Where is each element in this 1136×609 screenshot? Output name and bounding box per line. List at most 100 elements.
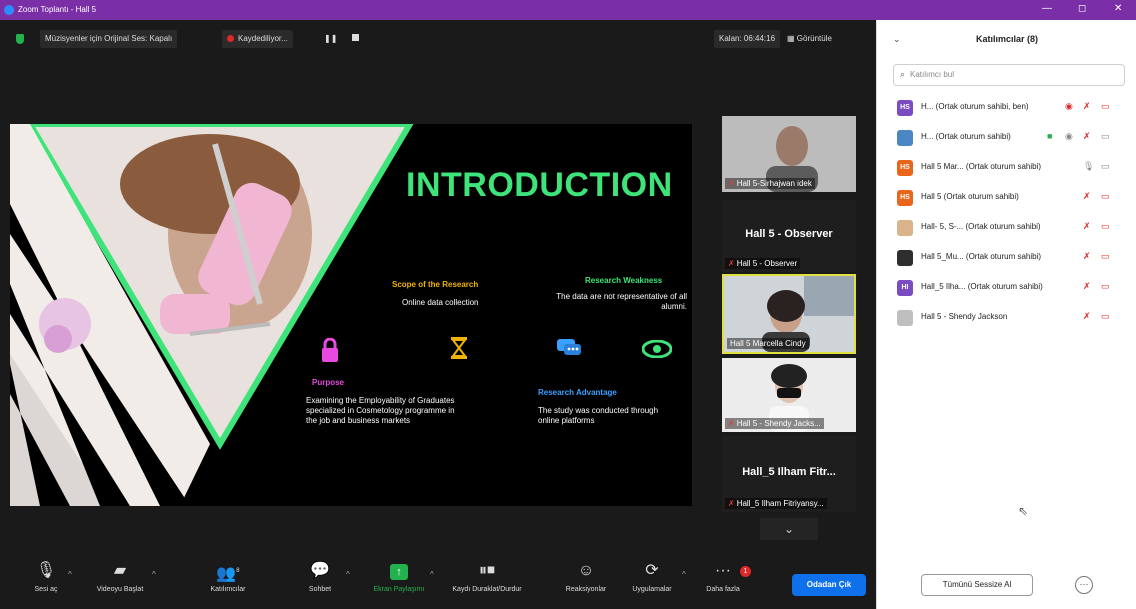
video-options-caret-icon[interactable]: ^ <box>152 570 156 579</box>
video-off-icon: ▭ <box>1101 311 1110 321</box>
apps-options-caret-icon[interactable]: ^ <box>682 570 686 579</box>
purpose-heading: Purpose <box>312 378 345 387</box>
video-off-icon: ▭ <box>1101 191 1110 201</box>
recording-status-icon: ◉ <box>1065 101 1073 111</box>
leave-room-button[interactable]: Odadan Çık <box>792 574 866 596</box>
muted-mic-icon: ✗ <box>1083 251 1091 261</box>
view-label: Görüntüle <box>796 34 832 43</box>
muted-mic-icon: ✗ <box>728 499 735 508</box>
muted-mic-icon: ✗ <box>1083 281 1091 291</box>
mute-all-button[interactable]: Tümünü Sessize Al <box>921 574 1033 596</box>
participant-row[interactable]: HI Hall_5 Ilha... (Ortak oturum sahibi) … <box>893 278 1129 298</box>
security-shield-icon[interactable] <box>16 34 24 44</box>
more-label: Daha fazla <box>706 586 740 593</box>
muted-mic-icon: ✗ <box>728 179 735 188</box>
share-options-caret-icon[interactable]: ^ <box>430 570 434 579</box>
participant-row[interactable]: HS Hall 5 Mar... (Ortak oturum sahibi) 🎙… <box>893 158 1129 178</box>
avatar <box>897 250 913 266</box>
pause-recording-icon[interactable]: ❚❚ <box>324 34 337 43</box>
panel-more-options-button[interactable]: ··· <box>1075 576 1093 594</box>
tile-caption-text: Hall_5 Ilham Fitriyansy... <box>736 499 824 508</box>
participant-search-input[interactable]: ⌕ Katılımcı bul <box>893 64 1125 86</box>
participant-video-tile[interactable]: Hall 5 - Observer ✗ Hall 5 - Observer <box>722 200 856 272</box>
close-icon[interactable]: ✕ <box>1114 3 1122 14</box>
chat-button[interactable]: 💬 Sohbet <box>300 548 340 609</box>
lock-icon <box>322 338 338 362</box>
video-on-icon: ▭ <box>1101 161 1110 171</box>
slide-title: INTRODUCTION <box>406 166 673 204</box>
search-placeholder: Katılımcı bul <box>910 70 955 79</box>
chat-bubbles-icon <box>557 339 581 355</box>
participant-row[interactable]: Hall 5_Mu... (Ortak oturum sahibi) ✗ ▭ <box>893 248 1129 268</box>
participants-label: Katılımcılar <box>210 586 246 593</box>
participant-row[interactable]: H... (Ortak oturum sahibi) ■ ◉ ✗ ▭ <box>893 128 1129 148</box>
original-sound-status[interactable]: Müzisyenler için Orijinal Ses: Kapalı <box>40 30 178 48</box>
more-button[interactable]: ··· Daha fazla <box>700 548 746 609</box>
tile-caption-text: Hall 5 - Shendy Jacks... <box>736 419 821 428</box>
purpose-text: Examining the Employability of Graduates… <box>306 396 455 425</box>
video-off-icon: ▭ <box>1101 101 1110 111</box>
video-off-icon: ▭ <box>1101 251 1110 261</box>
share-screen-label: Ekran Paylaşımı <box>373 586 425 593</box>
participants-button[interactable]: 👥8 Katılımcılar <box>202 548 254 609</box>
chat-options-caret-icon[interactable]: ^ <box>346 570 350 579</box>
avatar: HS <box>897 190 913 206</box>
stop-recording-icon[interactable] <box>352 34 359 41</box>
advantage-heading: Research Advantage <box>538 388 617 397</box>
pause-stop-recording-button[interactable]: ⏸⏹ Kaydı Duraklat/Durdur <box>444 548 530 609</box>
weakness-text: The data are not representative of all a… <box>556 292 687 311</box>
weakness-heading: Research Weakness <box>585 276 663 285</box>
avatar <box>897 310 913 326</box>
participant-name: H... (Ortak oturum sahibi) <box>921 132 1011 141</box>
tile-caption: ✗ Hall 5 - Shendy Jacks... <box>725 418 824 429</box>
muted-mic-icon: ✗ <box>1083 311 1091 321</box>
minimize-icon[interactable]: — <box>1042 3 1052 14</box>
recording-indicator[interactable]: Kaydediliyor... <box>222 30 293 48</box>
mouse-cursor-icon: ⇖ <box>1018 504 1029 518</box>
window-titlebar: Zoom Toplantı - Hall 5 — ◻ ✕ <box>0 0 1136 20</box>
pause-stop-icon: ⏸⏹ <box>478 562 495 579</box>
video-off-icon: ▰ <box>113 562 127 579</box>
tile-caption: ✗ Hall 5-Sirhajwan idek <box>725 178 815 189</box>
tile-caption: ✗ Hall_5 Ilham Fitriyansy... <box>725 498 827 509</box>
unmute-button[interactable]: 🎙 Sesi aç <box>28 548 64 609</box>
chevron-down-icon: ⌄ <box>783 522 795 536</box>
apps-button[interactable]: ⟳ Uygulamalar <box>624 548 680 609</box>
audio-options-caret-icon[interactable]: ^ <box>68 570 72 579</box>
avatar <box>897 130 913 146</box>
tile-caption-text: Hall 5 - Observer <box>736 259 798 268</box>
participant-row[interactable]: HS Hall 5 (Ortak oturum sahibi) ✗ ▭ <box>893 188 1129 208</box>
reactions-button[interactable]: ☺ Reaksiyonlar <box>556 548 616 609</box>
participant-row[interactable]: Hall 5 - Shendy Jackson ✗ ▭ <box>893 308 1129 328</box>
participant-row[interactable]: Hall- 5, S-... (Ortak oturum sahibi) ✗ ▭ <box>893 218 1129 238</box>
eye-icon <box>642 340 672 358</box>
view-button[interactable]: ▦ Görüntüle <box>782 30 837 48</box>
participants-panel: ⌄ Katılımcılar (8) ⌕ Katılımcı bul HS H.… <box>876 20 1136 609</box>
active-speaker-tile[interactable]: Hall 5 Marcella Cindy <box>722 274 856 354</box>
start-video-label: Videoyu Başlat <box>96 586 144 593</box>
recording-status-icon: ◉ <box>1065 131 1073 141</box>
avatar: HS <box>897 160 913 176</box>
scroll-down-thumbnails-button[interactable]: ⌄ <box>760 518 818 540</box>
participant-name: Hall 5_Mu... (Ortak oturum sahibi) <box>921 252 1042 261</box>
maximize-icon[interactable]: ◻ <box>1078 3 1086 14</box>
participants-icon: 👥8 <box>216 565 240 583</box>
share-screen-button[interactable]: ↑ Ekran Paylaşımı <box>372 548 426 609</box>
participant-video-tile[interactable]: Hall_5 Ilham Fitr... ✗ Hall_5 Ilham Fitri… <box>722 436 856 512</box>
time-remaining: Kalan: 06:44:16 <box>714 30 781 48</box>
participant-name: Hall 5 Mar... (Ortak oturum sahibi) <box>921 162 1042 171</box>
reactions-label: Reaksiyonlar <box>565 586 607 593</box>
participant-video-tile[interactable]: ✗ Hall 5-Sirhajwan idek <box>722 116 856 192</box>
muted-mic-icon: 🎙 <box>35 562 57 579</box>
video-off-icon: ▭ <box>1101 221 1110 231</box>
participant-row[interactable]: HS H... (Ortak oturum sahibi, ben) ◉ ✗ ▭ <box>893 98 1129 118</box>
mic-icon: 🎙 <box>1083 161 1095 171</box>
zoom-app: Zoom Toplantı - Hall 5 — ◻ ✕ Müzisyenler… <box>0 0 1136 609</box>
participant-video-tile[interactable]: ✗ Hall 5 - Shendy Jacks... <box>722 358 856 432</box>
hourglass-icon <box>451 337 467 359</box>
shared-screen-slide: INTRODUCTION Scope of the Research Onlin… <box>10 124 692 506</box>
start-video-button[interactable]: ▰ Videoyu Başlat <box>90 548 150 609</box>
tile-display-name: Hall_5 Ilham Fitr... <box>742 466 836 478</box>
avatar: HS <box>897 100 913 116</box>
muted-mic-icon: ✗ <box>1083 131 1091 141</box>
